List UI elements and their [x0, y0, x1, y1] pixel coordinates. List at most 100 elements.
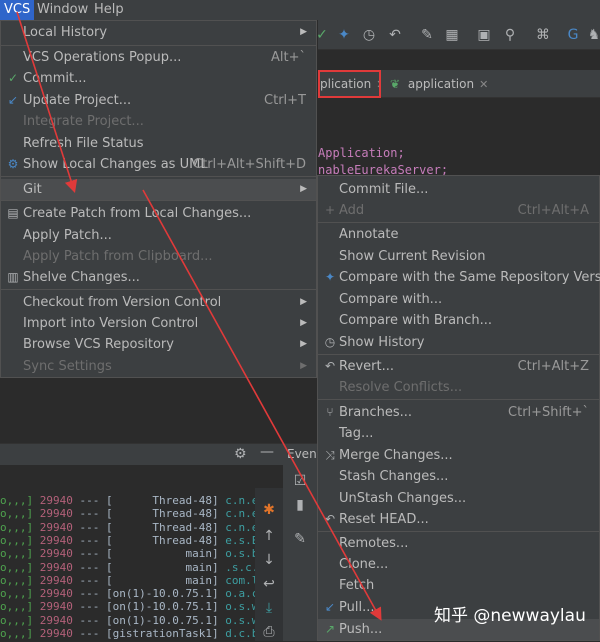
console-line: o,,,] 29940 --- [on(1)-10.0.75.1] o.a.c.… [0, 587, 285, 600]
menu-item-label: Fetch [339, 578, 375, 593]
menu-window[interactable]: Window [33, 0, 92, 20]
menu-item-show-history[interactable]: ◷ Show History [318, 332, 599, 353]
event-log-label[interactable]: Even [287, 447, 317, 461]
menu-vcs[interactable]: VCS [0, 0, 35, 20]
menu-item-shortcut: Ctrl+Shift+` [508, 405, 589, 420]
menu-item-label: Revert... [339, 359, 394, 374]
menu-item-revert[interactable]: ↶ Revert... Ctrl+Alt+Z [318, 356, 599, 377]
menu-item-branches[interactable]: ⑂ Branches... Ctrl+Shift+` [318, 402, 599, 423]
bear-icon[interactable]: ♞ [584, 25, 600, 45]
wrench-icon[interactable]: ✎ [288, 529, 312, 549]
menu-item-create-patch-from-local-changes[interactable]: ▤ Create Patch from Local Changes... [1, 203, 316, 224]
patch-icon: ▤ [7, 206, 19, 220]
branch-icon: ⑂ [326, 405, 334, 419]
menu-item-tag[interactable]: Tag... [318, 423, 599, 444]
menu-item-annotate[interactable]: Annotate [318, 224, 599, 245]
menu-item-commit[interactable]: ✓ Commit... [1, 68, 316, 89]
revert-icon[interactable]: ↶ [385, 25, 405, 45]
log-level: o,,,] [0, 560, 34, 574]
close-icon[interactable]: ✕ [376, 78, 379, 91]
menu-item-label: Integrate Project... [23, 114, 144, 129]
submenu-arrow-icon: ▶ [300, 361, 307, 371]
up-arrow-icon[interactable]: ↑ [257, 526, 281, 546]
menu-item-unstash-changes[interactable]: UnStash Changes... [318, 488, 599, 509]
menu-item-label: Branches... [339, 405, 413, 420]
menu-item-label: Compare with... [339, 292, 443, 307]
menu-item-remotes[interactable]: Remotes... [318, 533, 599, 554]
history-icon[interactable]: ◷ [359, 25, 379, 45]
menu-item-vcs-operations-popup[interactable]: VCS Operations Popup... Alt+` [1, 47, 316, 68]
menu-item-label: Pull... [339, 600, 375, 615]
process-id: 29940 [39, 507, 73, 521]
menu-item-label: Tag... [339, 426, 374, 441]
wrench-icon[interactable]: ✎ [417, 25, 437, 45]
tab-application-main[interactable]: plication ✕ [318, 70, 381, 98]
console-side-toolbar: ✱ ↑ ↓ ↩ ⤓ ⎙ [255, 488, 283, 641]
menu-item-label: Show History [339, 335, 425, 350]
main-menubar: VCS Window Help [0, 0, 600, 20]
menu-separator [1, 176, 316, 177]
menu-item-compare-with[interactable]: Compare with... [318, 289, 599, 310]
google-translate-icon[interactable]: G [563, 25, 583, 45]
menu-item-show-current-revision[interactable]: Show Current Revision [318, 246, 599, 267]
console-line: o,,,] 29940 --- [ Thread-48] e.s.Eurek [0, 534, 285, 547]
revert-icon: ↶ [324, 359, 336, 373]
menu-item-label: Show Local Changes as UML [23, 157, 208, 172]
scroll-to-end-icon[interactable]: ⤓ [257, 598, 281, 618]
editor-tab-bar: plication ✕ ❦ application ✕ [318, 70, 600, 98]
menu-item-local-history[interactable]: Local History ▶ [1, 22, 316, 43]
menu-item-update-project[interactable]: ↙ Update Project... Ctrl+T [1, 90, 316, 111]
menu-help[interactable]: Help [90, 0, 128, 20]
thread-name: [ main] [106, 560, 219, 574]
down-arrow-icon[interactable]: ↓ [257, 550, 281, 570]
close-icon[interactable]: ✕ [479, 78, 488, 91]
thread-name: [ Thread-48] [106, 494, 219, 507]
trash-icon[interactable]: ▮ [288, 495, 312, 515]
menu-item-reset-head[interactable]: ↶ Reset HEAD... [318, 509, 599, 530]
menu-item-git[interactable]: Git ▶ [1, 179, 316, 200]
terminal-icon[interactable]: ▣ [474, 25, 494, 45]
menu-item-apply-patch[interactable]: Apply Patch... [1, 225, 316, 246]
print-icon[interactable]: ⎙ [257, 622, 281, 642]
menu-item-browse-vcs-repository[interactable]: Browse VCS Repository ▶ [1, 334, 316, 355]
search-icon[interactable]: ⚲ [500, 25, 520, 45]
menu-item-import-into-version-control[interactable]: Import into Version Control ▶ [1, 313, 316, 334]
menu-item-fetch[interactable]: Fetch [318, 575, 599, 596]
soft-wrap-icon[interactable]: ↩ [257, 574, 281, 594]
update-icon[interactable]: ✦ [334, 25, 354, 45]
menu-separator [318, 399, 599, 400]
history-icon: ◷ [324, 335, 336, 349]
mark-read-icon[interactable]: ☑ [288, 471, 312, 491]
thread-name: [gistrationTask1] [106, 627, 219, 640]
gear-icon[interactable]: ⚙ [234, 446, 247, 462]
debug-icon[interactable]: ✱ [257, 500, 281, 520]
log-separator: --- [79, 587, 100, 601]
log-separator: --- [79, 547, 100, 561]
menu-item-shelve-changes[interactable]: ▥ Shelve Changes... [1, 267, 316, 288]
log-level: o,,,] [0, 520, 34, 534]
minimize-icon[interactable]: — [260, 444, 274, 460]
menu-separator [318, 222, 599, 223]
menu-item-label: Create Patch from Local Changes... [23, 206, 252, 221]
menu-item-commit-file[interactable]: Commit File... [318, 179, 599, 200]
tab-application-yml[interactable]: ❦ application ✕ [390, 70, 488, 98]
menu-item-checkout-from-version-control[interactable]: Checkout from Version Control ▶ [1, 292, 316, 313]
menu-item-compare-with-the-same-repository-version[interactable]: ✦ Compare with the Same Repository Versio… [318, 267, 600, 288]
project-structure-icon[interactable]: ▦ [442, 25, 462, 45]
menu-item-refresh-file-status[interactable]: Refresh File Status [1, 133, 316, 154]
menu-separator [1, 200, 316, 201]
menu-item-label: Remotes... [339, 536, 409, 551]
log-separator: --- [79, 507, 100, 521]
event-log-toolbar: ☑ ▮ ✎ [283, 465, 318, 641]
menu-item-show-local-changes-as-uml[interactable]: ⚙ Show Local Changes as UML Ctrl+Alt+Shift… [1, 154, 316, 175]
translate-icon[interactable]: ⌘ [533, 25, 553, 45]
menu-item-compare-with-branch[interactable]: Compare with Branch... [318, 310, 599, 331]
thread-name: [on(1)-10.0.75.1] [106, 587, 219, 601]
menu-item-clone[interactable]: Clone... [318, 554, 599, 575]
menu-item-label: Stash Changes... [339, 469, 449, 484]
menu-item-stash-changes[interactable]: Stash Changes... [318, 466, 599, 487]
menu-separator [1, 45, 316, 46]
vcs-dropdown-menu: Local History ▶ VCS Operations Popup... Alt… [0, 20, 317, 378]
menu-item-merge-changes[interactable]: ⤨ Merge Changes... [318, 445, 599, 466]
code-line: Application; [318, 146, 405, 160]
